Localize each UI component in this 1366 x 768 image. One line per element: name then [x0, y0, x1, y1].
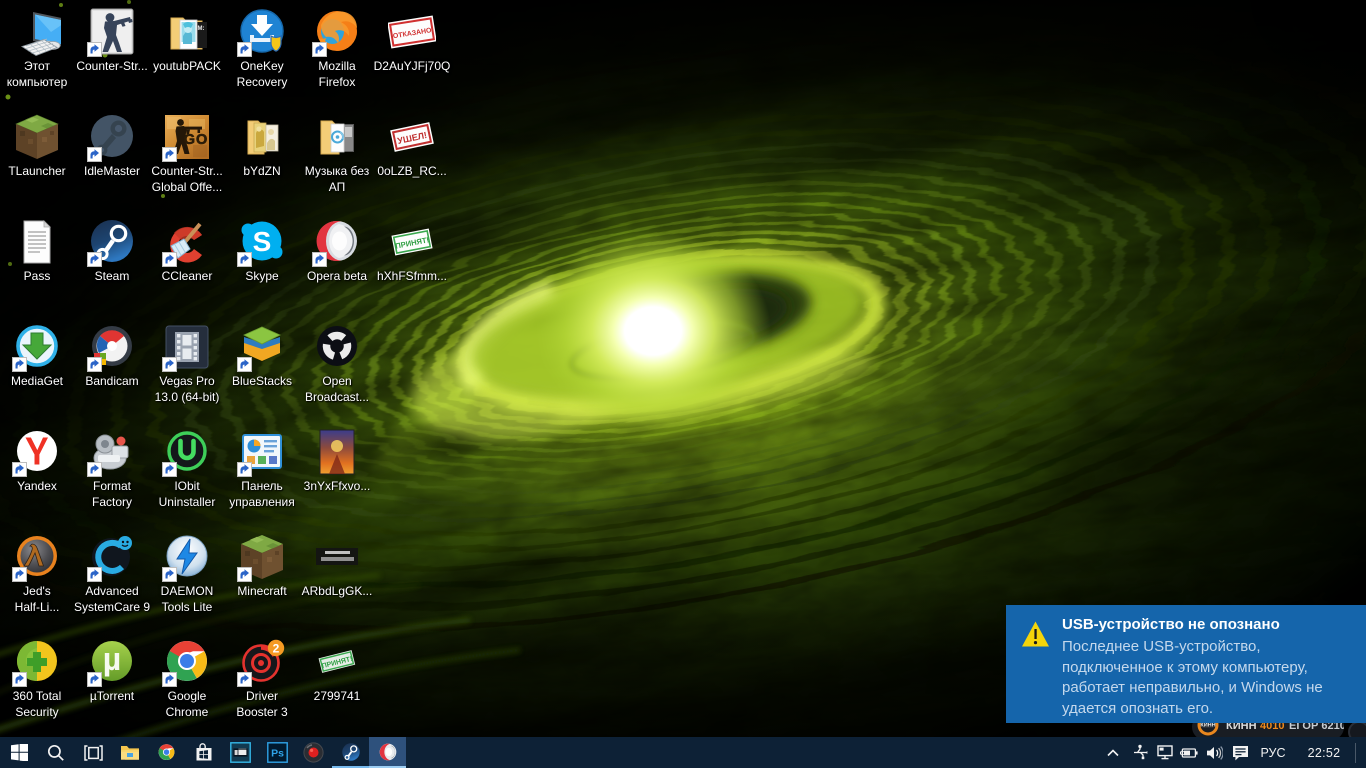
svg-text:M:: M: [198, 26, 205, 32]
svg-text:GO: GO [184, 132, 209, 148]
svg-text:КИНН: КИНН [1200, 723, 1215, 729]
svg-text:µ: µ [103, 641, 121, 677]
svg-text:S: S [253, 226, 272, 257]
svg-text:Ps: Ps [271, 748, 284, 760]
svg-text:2: 2 [273, 641, 280, 655]
